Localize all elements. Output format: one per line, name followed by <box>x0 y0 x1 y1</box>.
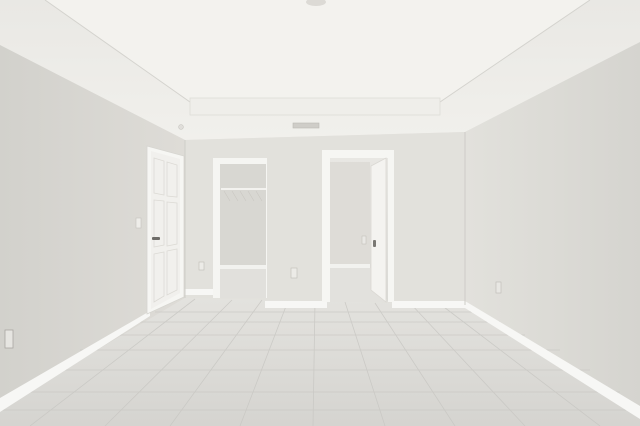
hvac-vent-icon <box>292 122 320 129</box>
wall-outlet-back2-icon <box>198 261 205 271</box>
hall-outlet-icon <box>361 235 367 245</box>
open-door-handle-icon[interactable] <box>373 240 376 247</box>
smoke-detector-icon <box>178 124 184 130</box>
closet-floor <box>220 269 266 298</box>
open-door[interactable] <box>370 157 387 303</box>
wall-outlet-back-icon <box>290 267 298 279</box>
light-switch-icon[interactable] <box>135 217 142 229</box>
room-illustration <box>0 0 640 426</box>
baseboard-back-right <box>392 301 465 308</box>
left-door[interactable] <box>151 151 180 309</box>
hallway-baseboard <box>330 264 370 268</box>
baseboard-back-left <box>183 289 216 295</box>
closet-baseboard <box>220 265 266 269</box>
left-door-handle-icon[interactable] <box>152 237 160 240</box>
baseboard-back-mid <box>265 301 327 308</box>
wall-outlet-right-icon <box>495 281 502 294</box>
watermark <box>600 205 640 221</box>
walk-in-closet <box>220 164 266 269</box>
hallway-wall <box>330 162 370 266</box>
room-photo <box>0 0 640 426</box>
wall-outlet-left-icon <box>4 329 14 349</box>
tray-soffit <box>189 97 441 116</box>
